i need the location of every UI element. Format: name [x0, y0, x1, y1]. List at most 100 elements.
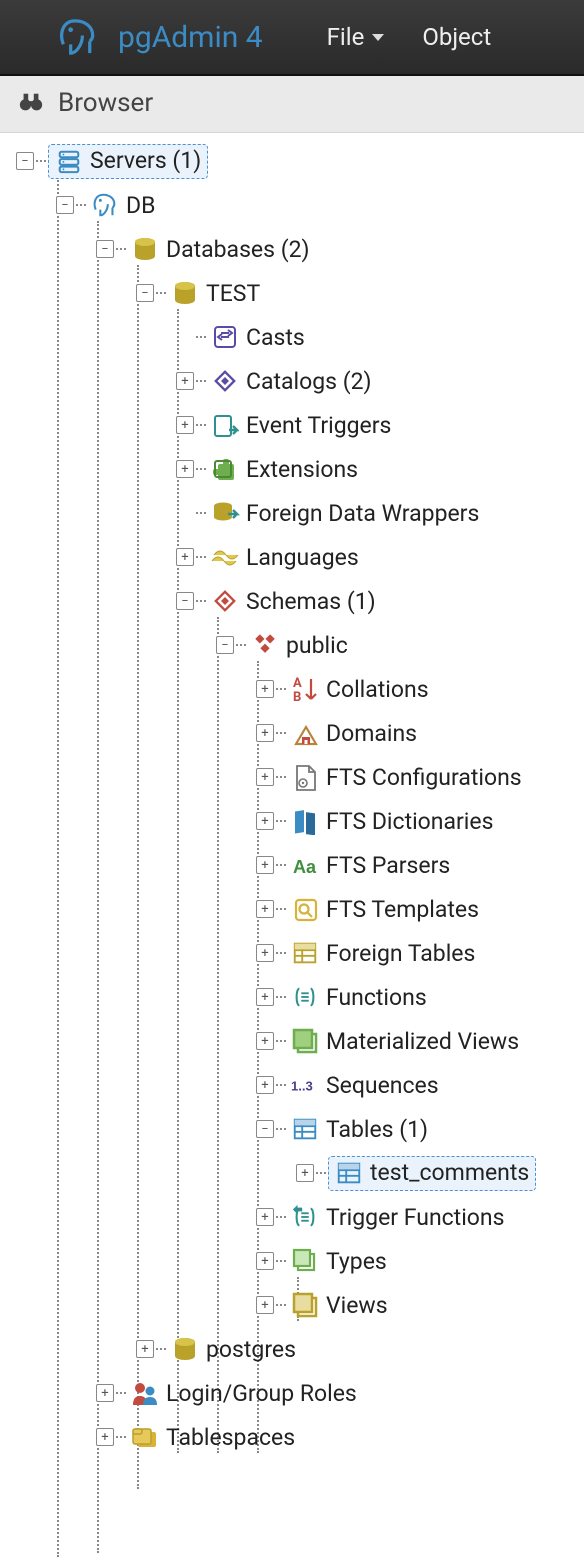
node-label: Materialized Views — [326, 1028, 519, 1055]
node-databases[interactable]: − Databases (2) — [8, 227, 584, 271]
node-label: Domains — [326, 720, 417, 747]
node-schemas[interactable]: − Schemas (1) — [8, 579, 584, 623]
node-label: Languages — [246, 544, 359, 571]
node-materialized-views[interactable]: + Materialized Views — [8, 1019, 584, 1063]
node-casts[interactable]: Casts — [8, 315, 584, 359]
node-label: Types — [326, 1248, 387, 1275]
node-domains[interactable]: + Domains — [8, 711, 584, 755]
expand-toggle[interactable]: + — [256, 1076, 274, 1094]
menu-file-label: File — [327, 23, 365, 51]
matview-icon — [290, 1026, 320, 1056]
expand-toggle[interactable]: + — [256, 988, 274, 1006]
expand-toggle[interactable]: + — [256, 1032, 274, 1050]
expand-toggle[interactable]: + — [256, 1296, 274, 1314]
node-servers[interactable]: − Servers (1) — [8, 139, 584, 183]
menu-object-label: Object — [422, 23, 491, 51]
node-label: Functions — [326, 984, 427, 1011]
node-tablespaces[interactable]: + Tablespaces — [8, 1415, 584, 1459]
node-label: Casts — [246, 324, 305, 351]
expand-toggle[interactable]: + — [256, 724, 274, 742]
collapse-toggle[interactable]: − — [16, 152, 34, 170]
expand-toggle[interactable]: + — [136, 1340, 154, 1358]
expand-toggle[interactable]: + — [176, 372, 194, 390]
node-catalogs[interactable]: + Catalogs (2) — [8, 359, 584, 403]
node-label: Collations — [326, 676, 429, 703]
node-languages[interactable]: + Languages — [8, 535, 584, 579]
node-table-test-comments[interactable]: + test_comments — [8, 1151, 584, 1195]
node-label: Catalogs (2) — [246, 368, 372, 395]
node-trigger-functions[interactable]: + Trigger Functions — [8, 1195, 584, 1239]
node-sequences[interactable]: + Sequences — [8, 1063, 584, 1107]
collapse-toggle[interactable]: − — [56, 196, 74, 214]
collapse-toggle[interactable]: − — [176, 592, 194, 610]
binoculars-icon — [16, 88, 46, 118]
node-db-test[interactable]: − TEST — [8, 271, 584, 315]
node-fts-dictionaries[interactable]: + FTS Dictionaries — [8, 799, 584, 843]
collapse-toggle[interactable]: − — [136, 284, 154, 302]
node-label: TEST — [206, 280, 260, 307]
casts-icon — [210, 322, 240, 352]
node-db-server[interactable]: − DB — [8, 183, 584, 227]
schema-group-icon — [210, 586, 240, 616]
node-label: Extensions — [246, 456, 358, 483]
node-label: FTS Parsers — [326, 852, 450, 879]
node-label: public — [286, 632, 348, 659]
node-types[interactable]: + Types — [8, 1239, 584, 1283]
node-functions[interactable]: + Functions — [8, 975, 584, 1019]
node-foreign-tables[interactable]: + Foreign Tables — [8, 931, 584, 975]
expand-toggle[interactable]: + — [176, 416, 194, 434]
node-views[interactable]: + Views — [8, 1283, 584, 1327]
node-label: postgres — [206, 1336, 296, 1363]
sequence-icon — [290, 1070, 320, 1100]
expand-toggle[interactable]: + — [256, 1208, 274, 1226]
top-menu-bar: pgAdmin 4 File Object — [0, 0, 584, 76]
node-db-postgres[interactable]: + postgres — [8, 1327, 584, 1371]
node-tables[interactable]: − Tables (1) — [8, 1107, 584, 1151]
expand-toggle[interactable]: + — [96, 1428, 114, 1446]
node-label: Databases (2) — [166, 236, 310, 263]
expand-toggle[interactable]: + — [176, 460, 194, 478]
expand-toggle[interactable]: + — [176, 548, 194, 566]
expand-toggle[interactable]: + — [256, 768, 274, 786]
node-collations[interactable]: + Collations — [8, 667, 584, 711]
collapse-toggle[interactable]: − — [256, 1120, 274, 1138]
node-label: FTS Templates — [326, 896, 479, 923]
panel-title: Browser — [58, 88, 153, 118]
node-login-group-roles[interactable]: + Login/Group Roles — [8, 1371, 584, 1415]
function-icon — [290, 982, 320, 1012]
collapse-toggle[interactable]: − — [216, 636, 234, 654]
expand-toggle[interactable]: + — [256, 812, 274, 830]
expand-toggle[interactable]: + — [96, 1384, 114, 1402]
node-label: Foreign Data Wrappers — [246, 500, 479, 527]
node-event-triggers[interactable]: + Event Triggers — [8, 403, 584, 447]
node-fts-parsers[interactable]: + FTS Parsers — [8, 843, 584, 887]
node-label: Foreign Tables — [326, 940, 475, 967]
node-foreign-data-wrappers[interactable]: Foreign Data Wrappers — [8, 491, 584, 535]
node-label: Views — [326, 1292, 388, 1319]
expand-toggle[interactable]: + — [256, 900, 274, 918]
fdw-icon — [210, 498, 240, 528]
menu-object[interactable]: Object — [422, 23, 491, 51]
expand-toggle[interactable]: + — [256, 1252, 274, 1270]
node-label: Event Triggers — [246, 412, 391, 439]
table-icon — [334, 1158, 364, 1188]
type-icon — [290, 1246, 320, 1276]
expand-toggle[interactable]: + — [256, 856, 274, 874]
node-fts-configurations[interactable]: + FTS Configurations — [8, 755, 584, 799]
menu-file[interactable]: File — [327, 23, 385, 51]
node-label: FTS Configurations — [326, 764, 522, 791]
node-extensions[interactable]: + Extensions — [8, 447, 584, 491]
domain-icon — [290, 718, 320, 748]
app-logo[interactable]: pgAdmin 4 — [56, 15, 263, 59]
node-schema-public[interactable]: − public — [8, 623, 584, 667]
node-label: Servers (1) — [90, 147, 201, 174]
expand-toggle[interactable]: + — [256, 680, 274, 698]
server-icon — [54, 146, 84, 176]
expand-toggle[interactable]: + — [296, 1164, 314, 1182]
collapse-toggle[interactable]: − — [96, 240, 114, 258]
expand-toggle[interactable]: + — [256, 944, 274, 962]
node-label: Login/Group Roles — [166, 1380, 357, 1407]
language-icon — [210, 542, 240, 572]
trigger-function-icon — [290, 1202, 320, 1232]
node-fts-templates[interactable]: + FTS Templates — [8, 887, 584, 931]
